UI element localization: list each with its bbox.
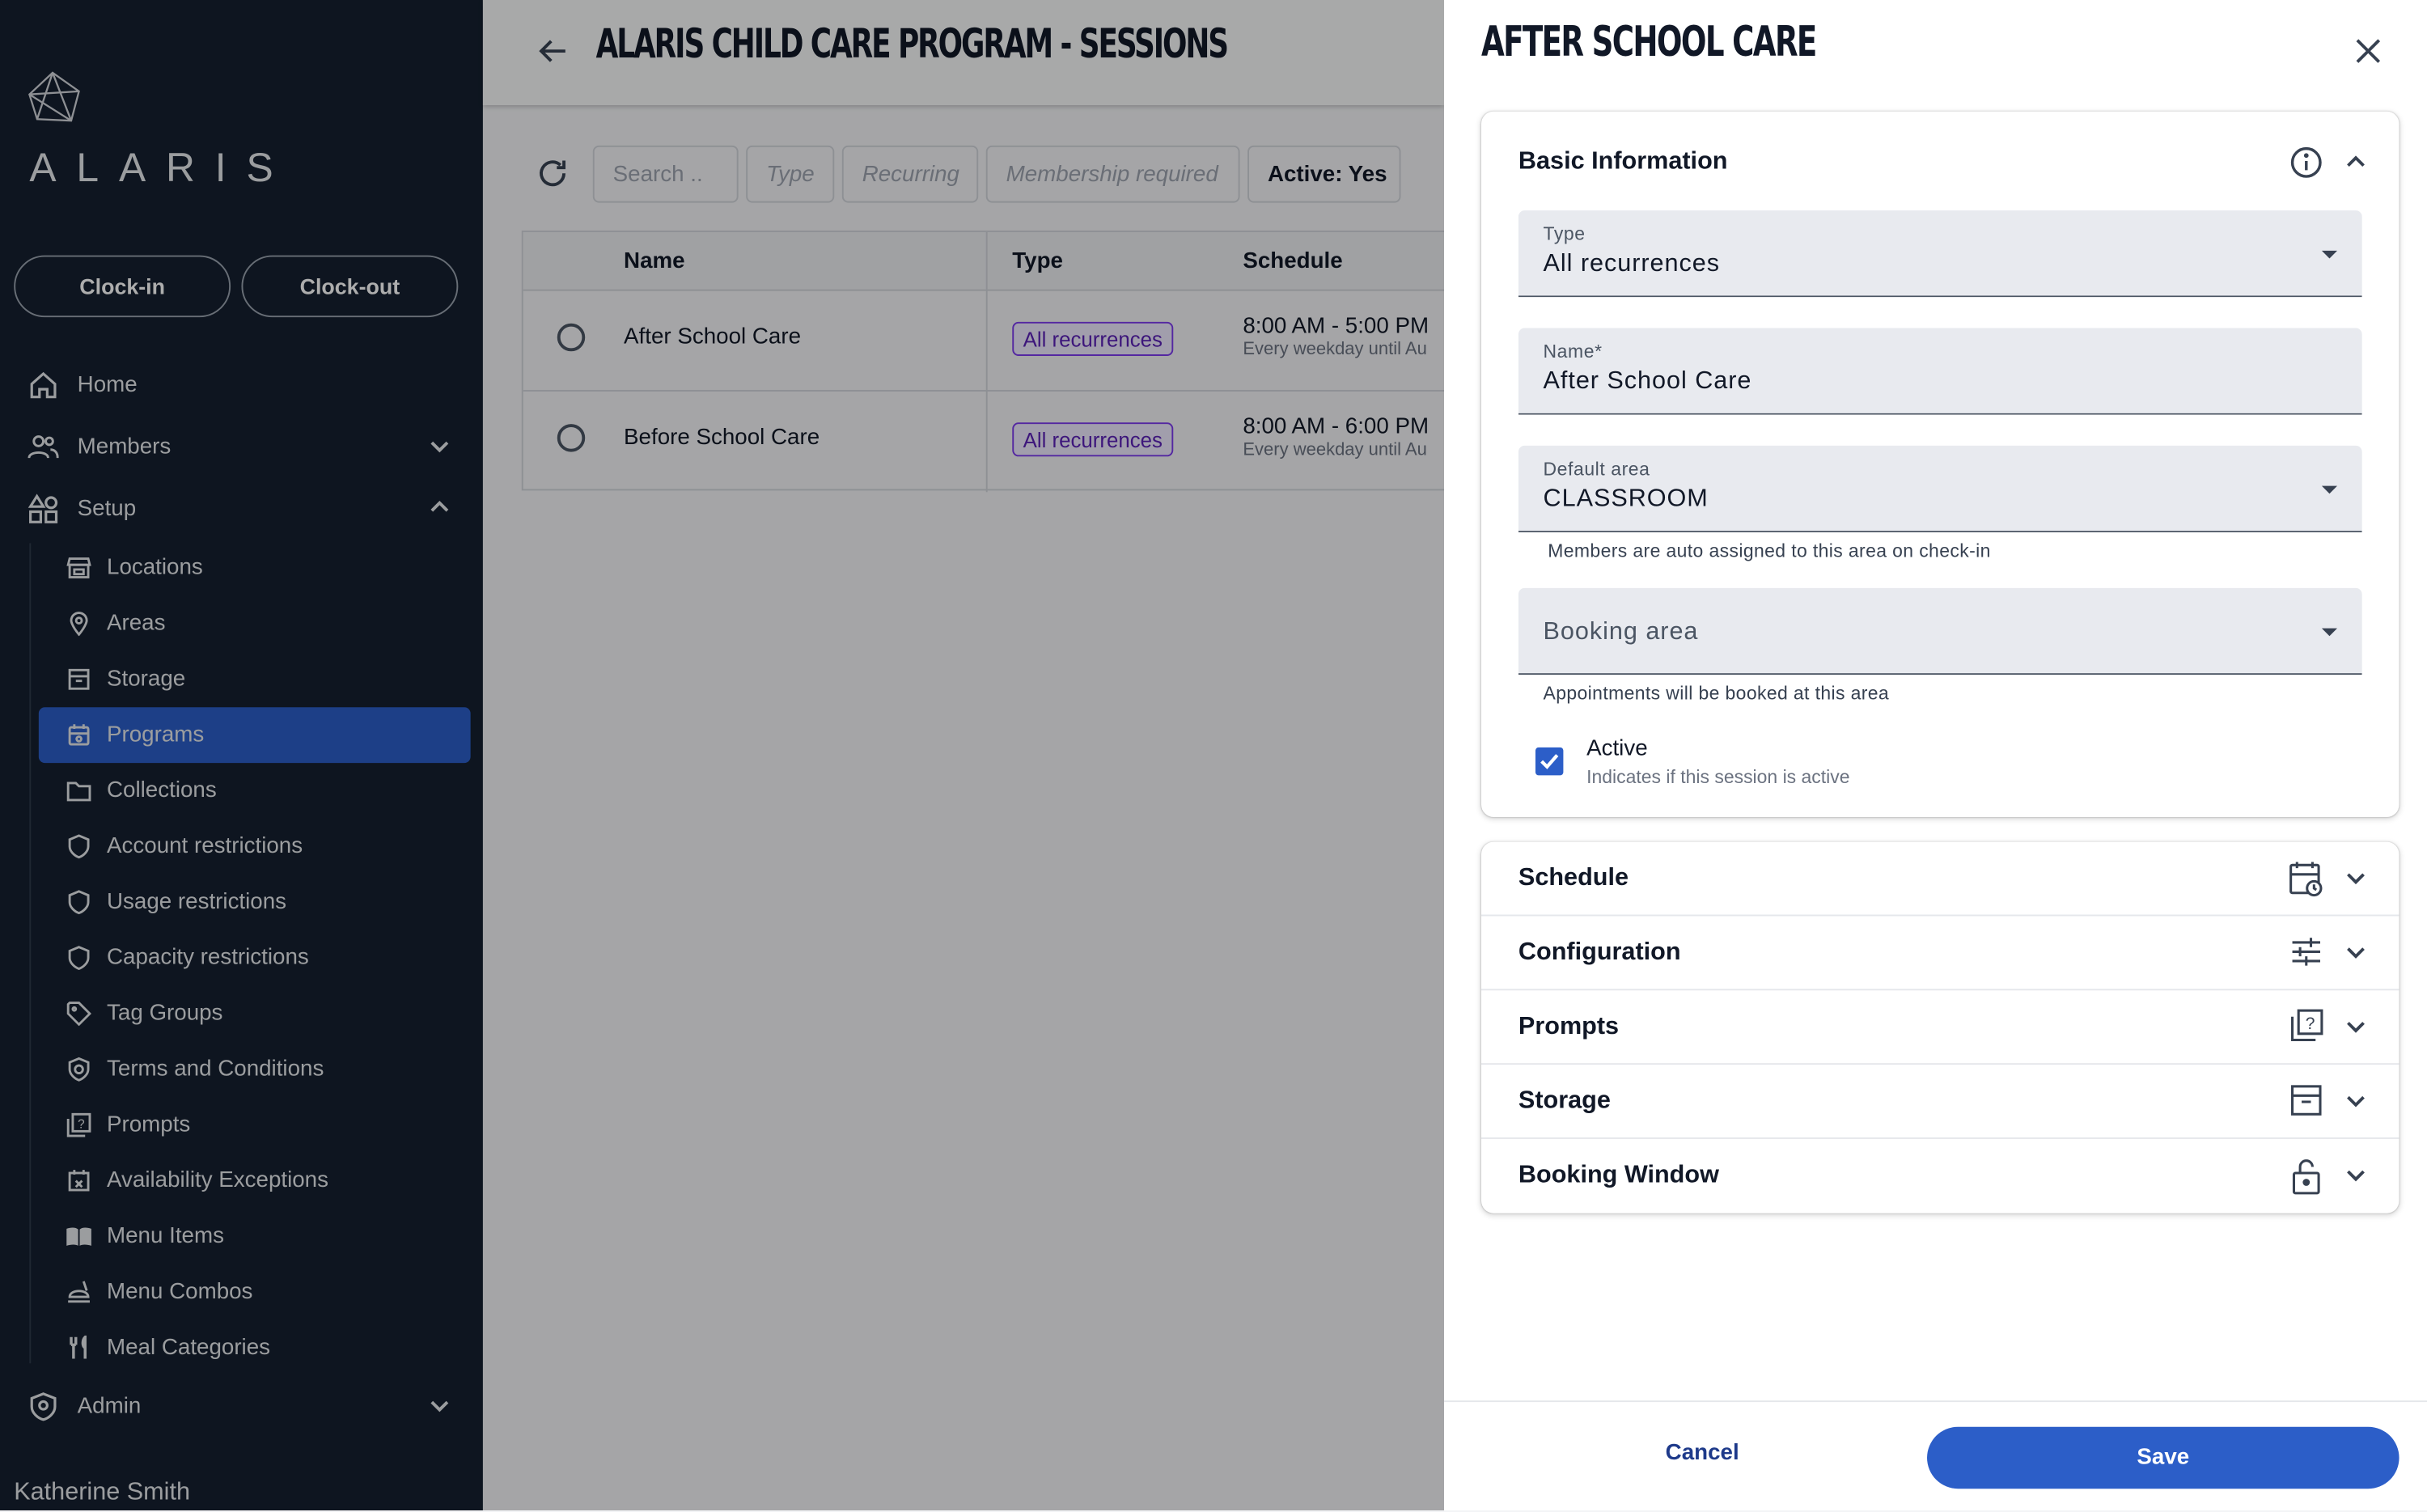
dropdown-caret-icon bbox=[2321, 250, 2338, 259]
type-label: Type bbox=[1543, 222, 1586, 245]
dropdown-caret-icon bbox=[2321, 485, 2338, 494]
sliders-icon bbox=[2289, 934, 2323, 968]
name-label: Name* bbox=[1543, 340, 1603, 362]
default-area-label: Default area bbox=[1543, 458, 1650, 481]
active-checkbox[interactable] bbox=[1535, 747, 1564, 776]
chevron-down-icon bbox=[2344, 1164, 2369, 1189]
close-icon[interactable] bbox=[2353, 36, 2383, 66]
default-area-value: CLASSROOM bbox=[1543, 485, 1709, 513]
booking-area-helper: Appointments will be booked at this area bbox=[1543, 682, 1890, 705]
chevron-down-icon bbox=[2344, 1090, 2369, 1115]
chevron-down-icon bbox=[2344, 941, 2369, 966]
section-schedule[interactable]: Schedule bbox=[1480, 842, 2399, 917]
check-icon bbox=[1540, 754, 1559, 769]
drawer-title: AFTER SCHOOL CARE bbox=[1480, 18, 1817, 67]
save-button[interactable]: Save bbox=[1927, 1426, 2399, 1489]
info-icon[interactable] bbox=[2289, 146, 2323, 180]
chevron-down-icon bbox=[2344, 1015, 2369, 1040]
dropdown-caret-icon bbox=[2321, 628, 2338, 637]
section-label: Storage bbox=[1518, 1087, 1611, 1115]
section-booking-window[interactable]: Booking Window bbox=[1481, 1139, 2399, 1213]
type-value: All recurrences bbox=[1543, 250, 1721, 277]
name-value: After School Care bbox=[1543, 368, 1752, 395]
chevron-down-icon bbox=[2344, 866, 2369, 892]
name-field[interactable]: Name* After School Care bbox=[1518, 328, 2362, 415]
section-label: Schedule bbox=[1518, 865, 1629, 892]
modal-backdrop[interactable] bbox=[0, 0, 1445, 1511]
section-configuration[interactable]: Configuration bbox=[1480, 916, 2399, 991]
cancel-button[interactable]: Cancel bbox=[1666, 1441, 1739, 1466]
chevron-up-icon[interactable] bbox=[2344, 149, 2369, 174]
default-area-helper: Members are auto assigned to this area o… bbox=[1548, 540, 1991, 562]
section-label: Configuration bbox=[1518, 939, 1681, 966]
prompt-icon: ? bbox=[2289, 1009, 2323, 1043]
basic-information-heading[interactable]: Basic Information bbox=[1518, 149, 1728, 176]
type-select[interactable]: Type All recurrences bbox=[1518, 210, 2362, 298]
section-label: Prompts bbox=[1518, 1013, 1620, 1040]
section-storage[interactable]: Storage bbox=[1480, 1065, 2399, 1139]
active-helper: Indicates if this session is active bbox=[1586, 765, 1850, 788]
active-label: Active bbox=[1586, 736, 1648, 762]
section-prompts[interactable]: Prompts ? bbox=[1480, 990, 2399, 1065]
session-drawer: AFTER SCHOOL CARE Basic Information Type… bbox=[1444, 0, 2427, 1511]
archive-icon bbox=[2289, 1083, 2323, 1117]
lock-open-icon bbox=[2289, 1158, 2323, 1195]
booking-area-select[interactable]: Booking area bbox=[1518, 587, 2362, 676]
section-label: Booking Window bbox=[1518, 1162, 1719, 1189]
default-area-select[interactable]: Default area CLASSROOM bbox=[1518, 445, 2362, 533]
calendar-clock-icon bbox=[2289, 861, 2323, 898]
svg-text:?: ? bbox=[2306, 1014, 2315, 1033]
booking-area-placeholder: Booking area bbox=[1543, 619, 1699, 646]
